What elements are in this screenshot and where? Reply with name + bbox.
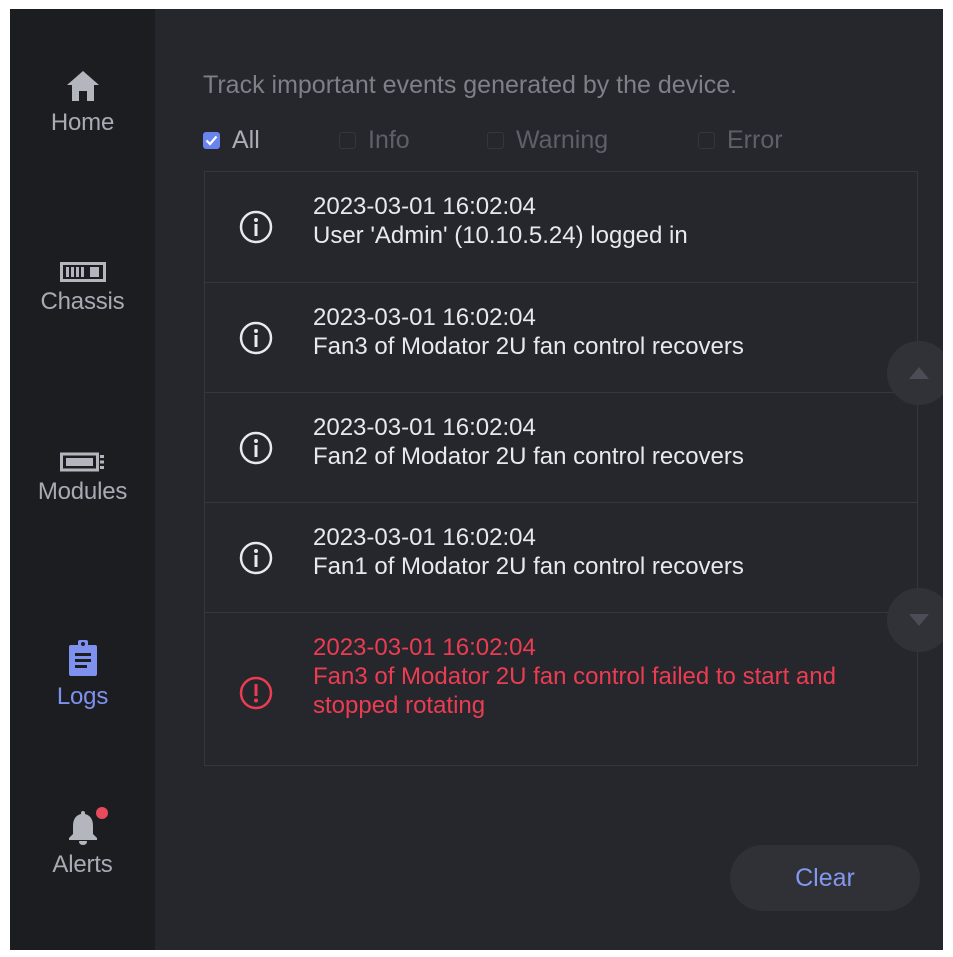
sidebar-item-alerts[interactable]: Alerts <box>10 807 155 879</box>
log-message: Fan1 of Modator 2U fan control recovers <box>313 553 744 580</box>
chassis-icon <box>59 262 106 282</box>
sidebar-item-label: Alerts <box>52 851 113 878</box>
filter-label: All <box>232 126 260 154</box>
log-message: User 'Admin' (10.10.5.24) logged in <box>313 222 688 249</box>
log-timestamp: 2023-03-01 16:02:04 <box>313 634 536 661</box>
sidebar-item-modules[interactable]: Modules <box>10 452 155 506</box>
filter-all-checkbox[interactable] <box>203 132 220 149</box>
filter-info[interactable]: Info <box>339 126 410 155</box>
clipboard-icon <box>68 640 97 676</box>
logs-panel: Home Chassis Modules Logs Alerts Track i… <box>10 9 943 950</box>
log-entry-text: 2023-03-01 16:02:04 Fan2 of Modator 2U f… <box>313 413 913 471</box>
scroll-up-button[interactable] <box>887 341 943 405</box>
bell-icon <box>68 811 97 845</box>
filter-label: Error <box>727 126 783 154</box>
triangle-up-icon <box>909 367 929 379</box>
log-timestamp: 2023-03-01 16:02:04 <box>313 304 536 331</box>
log-entry-error: 2023-03-01 16:02:04 Fan3 of Modator 2U f… <box>205 613 917 765</box>
log-list[interactable]: 2023-03-01 16:02:04 User 'Admin' (10.10.… <box>204 171 918 766</box>
info-icon <box>239 321 273 355</box>
sidebar-item-label: Chassis <box>40 288 125 315</box>
scroll-down-button[interactable] <box>887 588 943 652</box>
triangle-down-icon <box>909 614 929 626</box>
error-icon <box>239 676 273 710</box>
log-entry: 2023-03-01 16:02:04 Fan2 of Modator 2U f… <box>205 393 917 503</box>
log-entry: 2023-03-01 16:02:04 Fan3 of Modator 2U f… <box>205 283 917 393</box>
filter-label: Info <box>368 126 410 154</box>
sidebar-item-label: Logs <box>56 683 109 710</box>
log-message: Fan3 of Modator 2U fan control failed to… <box>313 663 836 719</box>
filter-warning-checkbox[interactable] <box>487 132 504 149</box>
log-entry-text: 2023-03-01 16:02:04 Fan1 of Modator 2U f… <box>313 523 913 581</box>
filter-label: Warning <box>516 126 609 154</box>
home-icon <box>66 71 99 101</box>
log-timestamp: 2023-03-01 16:02:04 <box>313 414 536 441</box>
log-timestamp: 2023-03-01 16:02:04 <box>313 524 536 551</box>
checkmark-icon <box>205 135 218 146</box>
info-icon <box>239 431 273 465</box>
info-icon <box>239 210 273 244</box>
log-message: Fan3 of Modator 2U fan control recovers <box>313 333 744 360</box>
log-entry-text: 2023-03-01 16:02:04 Fan3 of Modator 2U f… <box>313 633 913 720</box>
sidebar-item-logs[interactable]: Logs <box>10 639 155 711</box>
log-message: Fan2 of Modator 2U fan control recovers <box>313 443 744 470</box>
sidebar-item-home[interactable]: Home <box>10 69 155 137</box>
sidebar-item-label: Modules <box>37 478 128 505</box>
filter-info-checkbox[interactable] <box>339 132 356 149</box>
log-entry-text: 2023-03-01 16:02:04 Fan3 of Modator 2U f… <box>313 303 913 361</box>
log-entry: 2023-03-01 16:02:04 User 'Admin' (10.10.… <box>205 172 917 283</box>
clear-button[interactable]: Clear <box>730 845 920 911</box>
sidebar-item-label: Home <box>50 109 115 136</box>
log-entry-text: 2023-03-01 16:02:04 User 'Admin' (10.10.… <box>313 192 913 250</box>
modules-icon <box>59 452 104 472</box>
info-icon <box>239 541 273 575</box>
filter-warning[interactable]: Warning <box>487 126 608 155</box>
sidebar-item-chassis[interactable]: Chassis <box>10 262 155 316</box>
page-description: Track important events generated by the … <box>203 71 738 99</box>
filter-error[interactable]: Error <box>698 126 783 155</box>
filter-all[interactable]: All <box>203 126 260 155</box>
notification-dot <box>96 807 108 819</box>
filter-error-checkbox[interactable] <box>698 132 715 149</box>
log-timestamp: 2023-03-01 16:02:04 <box>313 193 536 220</box>
sidebar: Home Chassis Modules Logs Alerts <box>10 9 155 950</box>
log-entry: 2023-03-01 16:02:04 Fan1 of Modator 2U f… <box>205 503 917 613</box>
